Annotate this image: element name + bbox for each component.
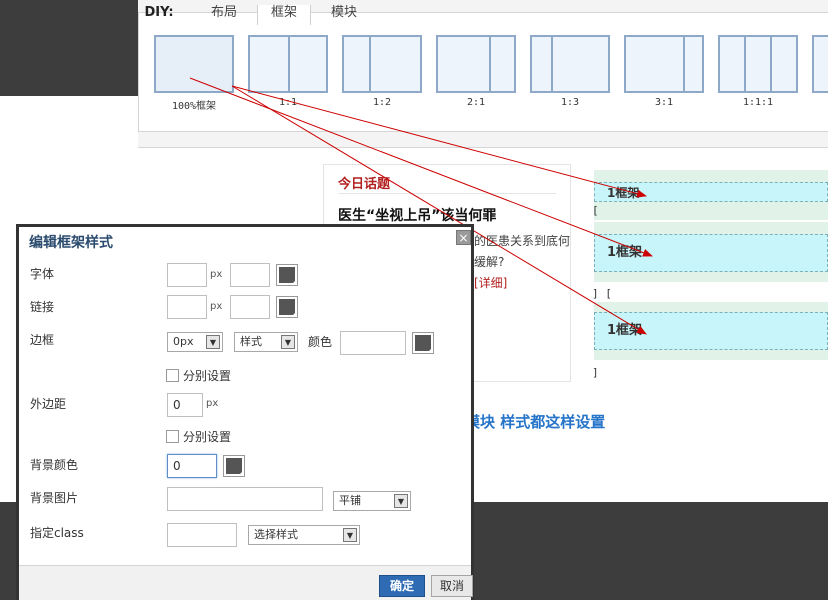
color-swatch-icon: [279, 267, 296, 284]
margin-separate-label: 分别设置: [183, 430, 232, 444]
bg-image-input[interactable]: [167, 487, 323, 511]
class-label: 指定class: [30, 526, 84, 540]
chevron-down-icon: ▼: [281, 335, 295, 349]
bg-repeat-value: 平铺: [339, 494, 361, 507]
border-width-select[interactable]: 0px ▼: [167, 332, 223, 352]
tab-diy: DIY:: [144, 5, 174, 20]
link-label: 链接: [30, 300, 55, 314]
margin-label: 外边距: [30, 397, 67, 411]
tab-layout[interactable]: 布局: [199, 5, 249, 25]
link-color-picker[interactable]: [276, 296, 298, 318]
frame-option-partial[interactable]: [812, 35, 828, 93]
today-topic-headline[interactable]: 医生“坐视上吊”该当何罪: [338, 205, 496, 225]
frame-bracket: [: [592, 204, 599, 217]
frame-label: 1框架: [594, 182, 828, 202]
frame-picker-panel: DIY: 布局 框架 模块 100%框架 1:1 1:2 2:1 1:3 3:1…: [138, 0, 828, 148]
frame-option-label: 3:1: [654, 97, 674, 108]
frame-option-1-1-1[interactable]: [718, 35, 798, 93]
font-color-input[interactable]: [230, 263, 270, 287]
frame-option-3-1[interactable]: [624, 35, 704, 93]
frame-block-3[interactable]: 1框架: [594, 302, 828, 360]
frame-bracket: ] [: [592, 287, 612, 300]
background-dark-top: [0, 0, 138, 96]
class-select[interactable]: 选择样式 ▼: [248, 525, 360, 545]
bg-image-label: 背景图片: [30, 491, 79, 505]
unit-label: px: [210, 269, 223, 280]
border-color-input[interactable]: [340, 331, 406, 355]
border-label: 边框: [30, 333, 55, 347]
frame-bracket: ]: [592, 366, 599, 379]
margin-separate-checkbox[interactable]: [166, 430, 179, 443]
frame-option-2-1[interactable]: [436, 35, 516, 93]
bg-repeat-select[interactable]: 平铺 ▼: [333, 491, 411, 511]
close-icon[interactable]: ×: [456, 230, 471, 245]
ok-button[interactable]: 确定: [379, 575, 425, 597]
color-swatch-icon: [415, 335, 432, 352]
bg-color-label: 背景颜色: [30, 458, 79, 472]
today-topic-more-link[interactable]: [详细]: [474, 276, 507, 290]
color-swatch-icon: [226, 458, 243, 475]
edit-frame-style-dialog: 编辑框架样式 × 字体 px 链接 px 边框 0px ▼ 样式 ▼ 颜色 分别…: [16, 224, 474, 600]
unit-label: px: [206, 398, 219, 409]
margin-input[interactable]: 0: [167, 393, 203, 417]
frame-label: 1框架: [594, 234, 828, 272]
frame-option-label: 1:1: [278, 97, 298, 108]
chevron-down-icon: ▼: [343, 528, 357, 542]
border-style-select[interactable]: 样式 ▼: [234, 332, 298, 352]
link-color-input[interactable]: [230, 295, 270, 319]
border-color-label: 颜色: [308, 335, 333, 349]
border-width-value: 0px: [173, 335, 194, 348]
frame-option-1-1[interactable]: [248, 35, 328, 93]
divider: [338, 193, 556, 194]
border-separate-checkbox[interactable]: [166, 369, 179, 382]
font-color-picker[interactable]: [276, 264, 298, 286]
frame-option-100[interactable]: [154, 35, 234, 93]
today-topic-body: 的医患关系到底何缓解? [详细]: [474, 231, 570, 294]
bg-color-picker[interactable]: [223, 455, 245, 477]
frame-option-label: 1:1:1: [742, 97, 774, 108]
border-style-value: 样式: [240, 335, 262, 348]
font-size-input[interactable]: [167, 263, 207, 287]
link-size-input[interactable]: [167, 295, 207, 319]
tab-module[interactable]: 模块: [319, 5, 369, 25]
chevron-down-icon: ▼: [206, 335, 220, 349]
class-select-value: 选择样式: [254, 528, 298, 541]
border-separate-label: 分别设置: [183, 369, 232, 383]
unit-label: px: [210, 301, 223, 312]
frame-block-1[interactable]: 1框架: [594, 170, 828, 220]
frame-option-label: 100%框架: [171, 101, 217, 112]
dialog-footer: 确定 取消: [19, 565, 473, 600]
today-topic-text: 的医患关系到底何缓解?: [474, 234, 571, 269]
bg-color-input[interactable]: 0: [167, 454, 217, 478]
color-swatch-icon: [279, 299, 296, 316]
dialog-title: 编辑框架样式: [29, 235, 113, 251]
font-label: 字体: [30, 267, 55, 281]
border-color-picker[interactable]: [412, 332, 434, 354]
frame-option-label: 1:3: [560, 97, 580, 108]
frame-option-label: 1:2: [372, 97, 392, 108]
frame-block-2[interactable]: 1框架: [594, 222, 828, 282]
frame-option-1-3[interactable]: [530, 35, 610, 93]
cancel-button[interactable]: 取消: [431, 575, 473, 597]
chevron-down-icon: ▼: [394, 494, 408, 508]
today-topic-title: 今日话题: [338, 177, 391, 192]
tab-frame[interactable]: 框架: [257, 5, 311, 25]
class-input[interactable]: [167, 523, 237, 547]
frame-option-1-2[interactable]: [342, 35, 422, 93]
frame-label: 1框架: [594, 312, 828, 350]
frame-option-label: 2:1: [466, 97, 486, 108]
